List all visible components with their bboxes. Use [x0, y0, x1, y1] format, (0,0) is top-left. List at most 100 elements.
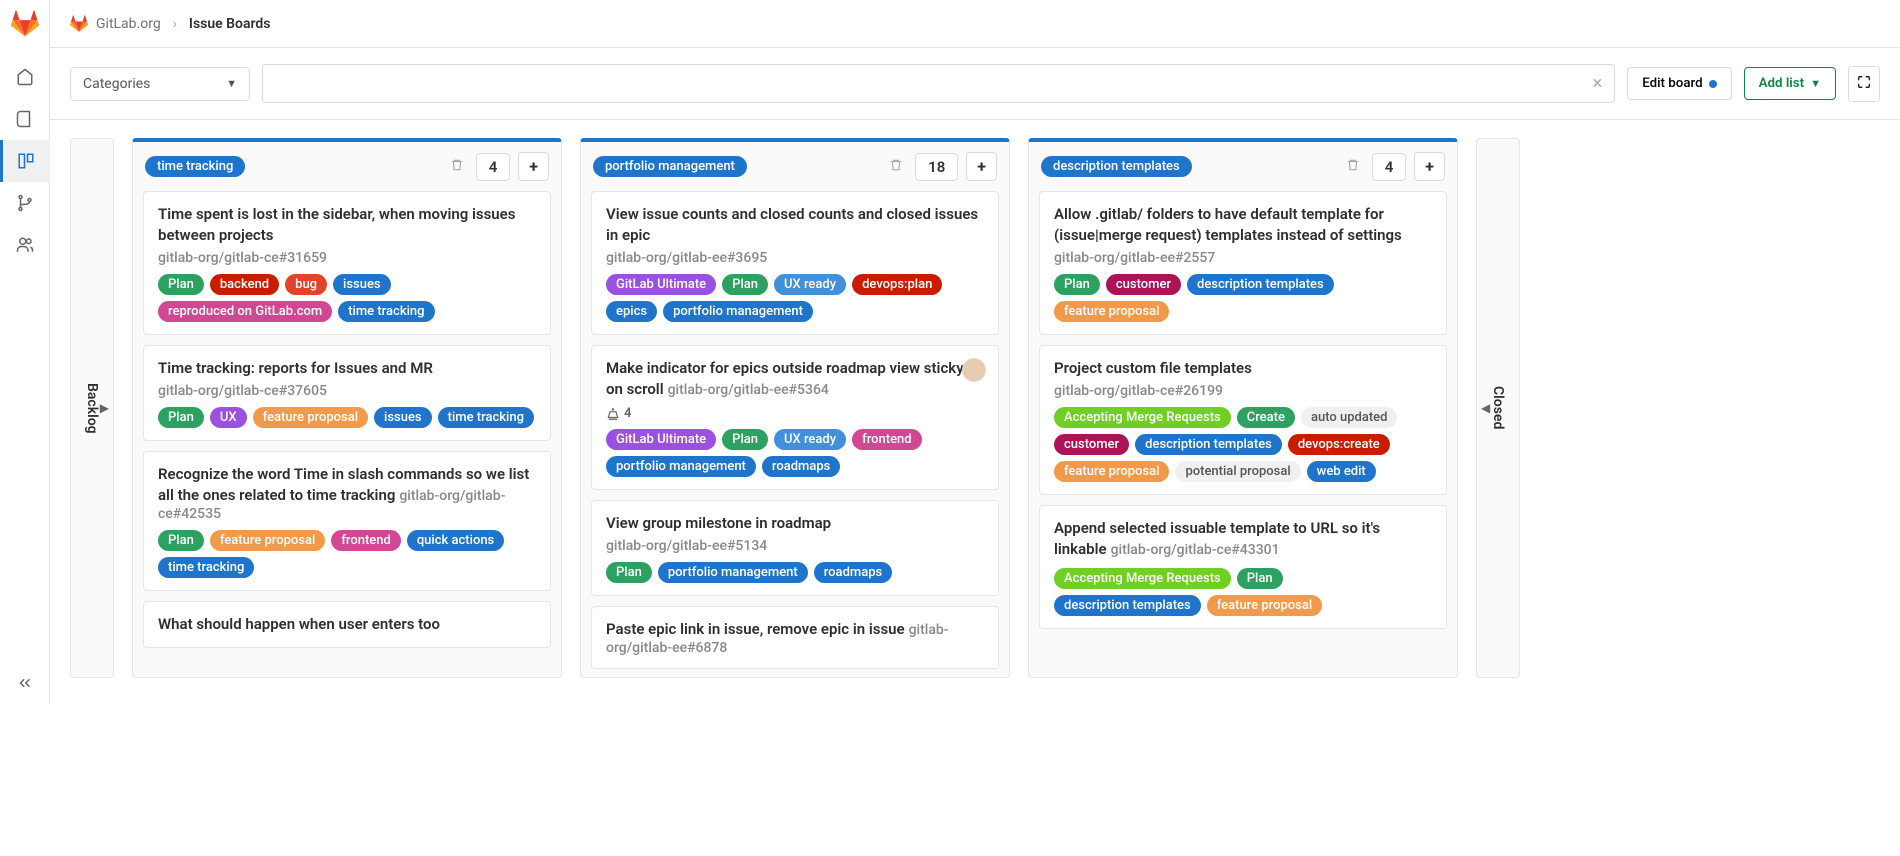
label-pill[interactable]: UX ready — [774, 429, 846, 450]
label-pill[interactable]: Accepting Merge Requests — [1054, 407, 1231, 428]
label-pill[interactable]: Plan — [1054, 274, 1100, 295]
label-pill[interactable]: time tracking — [438, 407, 534, 428]
label-pill[interactable]: auto updated — [1301, 407, 1398, 428]
delete-list-icon[interactable] — [885, 154, 907, 180]
label-pill[interactable]: feature proposal — [253, 407, 368, 428]
label-pill[interactable]: UX ready — [774, 274, 846, 295]
label-pill[interactable]: time tracking — [158, 557, 254, 578]
issue-card[interactable]: Allow .gitlab/ folders to have default t… — [1039, 191, 1447, 335]
label-pill[interactable]: issues — [374, 407, 432, 428]
list-title[interactable]: time tracking — [145, 156, 245, 177]
label-pill[interactable]: Plan — [158, 407, 204, 428]
label-pill[interactable]: Plan — [722, 274, 768, 295]
label-pill[interactable]: issues — [333, 274, 391, 295]
label-pill[interactable]: portfolio management — [663, 301, 813, 322]
issue-card[interactable]: Project custom file templatesgitlab-org/… — [1039, 345, 1447, 495]
label-pill[interactable]: backend — [210, 274, 279, 295]
merge-icon[interactable] — [0, 182, 50, 224]
list-header: time tracking4+ — [133, 142, 561, 191]
label-pill[interactable]: frontend — [331, 530, 401, 551]
home-icon[interactable] — [0, 56, 50, 98]
focus-mode-button[interactable] — [1848, 66, 1880, 102]
issue-card[interactable]: Make indicator for epics outside roadmap… — [591, 345, 999, 490]
label-pill[interactable]: Plan — [722, 429, 768, 450]
label-pill[interactable]: epics — [606, 301, 657, 322]
card-title: Time spent is lost in the sidebar, when … — [158, 205, 515, 244]
card-title: View group milestone in roadmap — [606, 514, 831, 532]
card-title: Time tracking: reports for Issues and MR — [158, 359, 433, 377]
edit-board-button[interactable]: Edit board — [1627, 67, 1731, 100]
label-pill[interactable]: Plan — [158, 530, 204, 551]
issue-card[interactable]: Time tracking: reports for Issues and MR… — [143, 345, 551, 441]
label-pill[interactable]: GitLab Ultimate — [606, 429, 716, 450]
label-pill[interactable]: Accepting Merge Requests — [1054, 568, 1231, 589]
issue-card[interactable]: View group milestone in roadmapgitlab-or… — [591, 500, 999, 596]
delete-list-icon[interactable] — [1342, 154, 1364, 180]
label-pill[interactable]: Plan — [1237, 568, 1283, 589]
label-pill[interactable]: Create — [1237, 407, 1295, 428]
add-card-button[interactable]: + — [518, 152, 549, 181]
label-pill[interactable]: devops:plan — [852, 274, 942, 295]
book-icon[interactable] — [0, 98, 50, 140]
label-pill[interactable]: Plan — [158, 274, 204, 295]
members-icon[interactable] — [0, 224, 50, 266]
issue-card[interactable]: View issue counts and closed counts and … — [591, 191, 999, 335]
issue-card[interactable]: Time spent is lost in the sidebar, when … — [143, 191, 551, 335]
label-pill[interactable]: portfolio management — [606, 456, 756, 477]
label-pill[interactable]: roadmaps — [762, 456, 840, 477]
add-card-button[interactable]: + — [966, 152, 997, 181]
card-reference: gitlab-org/gitlab-ee#3695 — [606, 250, 984, 266]
label-pill[interactable]: bug — [285, 274, 327, 295]
label-pill[interactable]: feature proposal — [1054, 461, 1169, 482]
label-pill[interactable]: web edit — [1307, 461, 1376, 482]
filter-search[interactable]: × — [262, 64, 1615, 103]
label-pill[interactable]: Plan — [606, 562, 652, 583]
label-pill[interactable]: feature proposal — [210, 530, 325, 551]
add-list-button[interactable]: Add list ▼ — [1744, 67, 1836, 100]
boards-icon[interactable] — [0, 140, 50, 182]
list-header: portfolio management18+ — [581, 142, 1009, 191]
board: Backlog▶time tracking4+Time spent is los… — [70, 138, 1880, 696]
issue-card[interactable]: What should happen when user enters too — [143, 601, 551, 648]
breadcrumb: GitLab.org › Issue Boards — [50, 0, 1900, 48]
card-labels: Accepting Merge Requests Create auto updat… — [1054, 407, 1432, 482]
board-toolbar: Categories ▼ × Edit board Add list ▼ — [50, 48, 1900, 120]
label-pill[interactable]: potential proposal — [1175, 461, 1300, 482]
card-title: Paste epic link in issue, remove epic in… — [606, 620, 905, 638]
delete-list-icon[interactable] — [446, 154, 468, 180]
breadcrumb-sep: › — [173, 16, 177, 32]
label-pill[interactable]: time tracking — [338, 301, 434, 322]
issue-card[interactable]: Recognize the word Time in slash command… — [143, 451, 551, 591]
clear-icon[interactable]: × — [1593, 73, 1603, 94]
card-title: What should happen when user enters too — [158, 615, 440, 633]
label-pill[interactable]: customer — [1106, 274, 1181, 295]
label-pill[interactable]: UX — [210, 407, 247, 428]
gitlab-logo[interactable] — [11, 10, 39, 38]
label-pill[interactable]: portfolio management — [658, 562, 808, 583]
collapse-sidebar-icon[interactable] — [0, 662, 50, 704]
breadcrumb-org[interactable]: GitLab.org — [96, 16, 161, 32]
label-pill[interactable]: description templates — [1135, 434, 1282, 455]
issue-card[interactable]: Append selected issuable template to URL… — [1039, 505, 1447, 629]
label-pill[interactable]: customer — [1054, 434, 1129, 455]
collapsed-list-closed[interactable]: Closed◀ — [1476, 138, 1520, 678]
label-pill[interactable]: roadmaps — [814, 562, 892, 583]
label-pill[interactable]: feature proposal — [1207, 595, 1322, 616]
list-count: 4 — [1372, 153, 1407, 181]
board-selector[interactable]: Categories ▼ — [70, 67, 250, 101]
assignee-avatar[interactable] — [962, 358, 986, 382]
breadcrumb-page[interactable]: Issue Boards — [189, 16, 271, 32]
label-pill[interactable]: description templates — [1054, 595, 1201, 616]
label-pill[interactable]: description templates — [1187, 274, 1334, 295]
label-pill[interactable]: frontend — [852, 429, 922, 450]
label-pill[interactable]: GitLab Ultimate — [606, 274, 716, 295]
list-title[interactable]: portfolio management — [593, 156, 747, 177]
label-pill[interactable]: feature proposal — [1054, 301, 1169, 322]
add-card-button[interactable]: + — [1414, 152, 1445, 181]
collapsed-list-backlog[interactable]: Backlog▶ — [70, 138, 114, 678]
list-title[interactable]: description templates — [1041, 156, 1192, 177]
issue-card[interactable]: Paste epic link in issue, remove epic in… — [591, 606, 999, 669]
label-pill[interactable]: quick actions — [407, 530, 504, 551]
label-pill[interactable]: devops:create — [1288, 434, 1390, 455]
label-pill[interactable]: reproduced on GitLab.com — [158, 301, 332, 322]
